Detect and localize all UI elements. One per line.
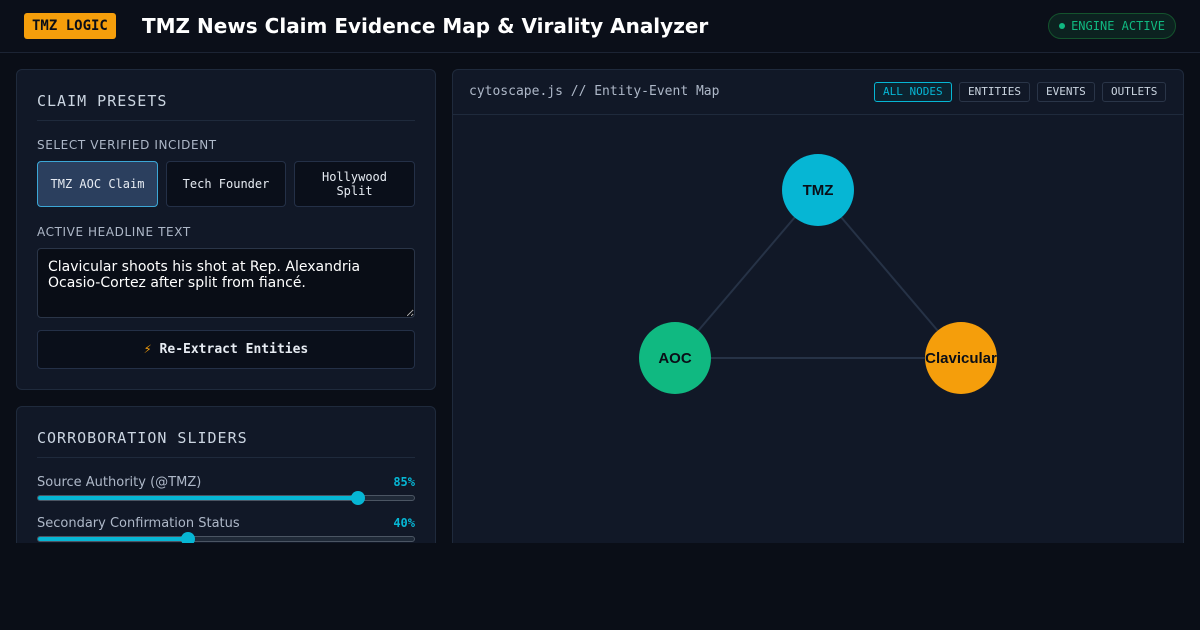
status-dot-icon: [1059, 23, 1066, 29]
node-aoc-label: AOC: [658, 350, 692, 367]
panel-title: CLAIM PRESETS: [37, 92, 168, 110]
graph-header: cytoscape.js // Entity-Event Map ALL NOD…: [453, 70, 1183, 115]
slider-fill: [38, 537, 189, 541]
headline-textarea[interactable]: Clavicular shoots his shot at Rep. Alexa…: [37, 248, 415, 318]
entity-graph-canvas[interactable]: TMZ AOC Clavicular: [453, 116, 1183, 608]
preset-tech-founder-button[interactable]: Tech Founder: [166, 161, 286, 207]
slider-fill: [38, 496, 358, 500]
filter-entities-button[interactable]: ENTITIES: [959, 82, 1030, 102]
re-extract-entities-label: Re-Extract Entities: [159, 342, 309, 357]
filter-events-button[interactable]: EVENTS: [1037, 82, 1095, 102]
secondary-confirmation-slider[interactable]: [37, 532, 415, 546]
slider-thumb[interactable]: [350, 491, 365, 505]
engine-status-text: ENGINE ACTIVE: [1071, 19, 1165, 33]
node-aoc[interactable]: AOC: [639, 322, 711, 394]
app-title: TMZ News Claim Evidence Map & Virality A…: [142, 14, 709, 38]
preset-tmz-aoc-claim-button[interactable]: TMZ AOC Claim: [37, 161, 158, 207]
filter-all-nodes-button[interactable]: ALL NODES: [874, 82, 952, 102]
node-clavicular-label: Clavicular: [925, 350, 997, 367]
lightning-bolt-icon: ⚡: [143, 342, 152, 357]
node-clavicular[interactable]: Clavicular: [925, 322, 997, 394]
claim-presets-panel: CLAIM PRESETS SELECT VERIFIED INCIDENT T…: [16, 69, 436, 390]
node-tmz[interactable]: TMZ: [782, 154, 854, 226]
select-incident-label: SELECT VERIFIED INCIDENT: [37, 138, 217, 152]
divider: [37, 457, 415, 458]
entity-event-map-panel: cytoscape.js // Entity-Event Map ALL NOD…: [452, 69, 1184, 609]
secondary-confirmation-value: 40%: [393, 516, 415, 530]
source-authority-slider[interactable]: [37, 491, 415, 505]
graph-title: cytoscape.js // Entity-Event Map: [469, 84, 720, 99]
filter-outlets-button[interactable]: OUTLETS: [1102, 82, 1167, 102]
engine-status-badge: ENGINE ACTIVE: [1048, 13, 1176, 39]
preset-hollywood-split-button[interactable]: Hollywood Split: [294, 161, 415, 207]
viewport-cutoff: [0, 543, 1200, 630]
brand-badge: TMZ LOGIC: [24, 13, 116, 39]
divider: [37, 120, 415, 121]
node-tmz-label: TMZ: [803, 182, 834, 199]
re-extract-entities-button[interactable]: ⚡ Re-Extract Entities: [37, 330, 415, 369]
panel-title: CORROBORATION SLIDERS: [37, 429, 248, 447]
headline-text-label: ACTIVE HEADLINE TEXT: [37, 225, 191, 239]
source-authority-label: Source Authority (@TMZ): [37, 475, 202, 490]
secondary-confirmation-label: Secondary Confirmation Status: [37, 516, 240, 531]
source-authority-value: 85%: [393, 475, 415, 489]
top-bar: TMZ LOGIC TMZ News Claim Evidence Map & …: [0, 0, 1200, 53]
